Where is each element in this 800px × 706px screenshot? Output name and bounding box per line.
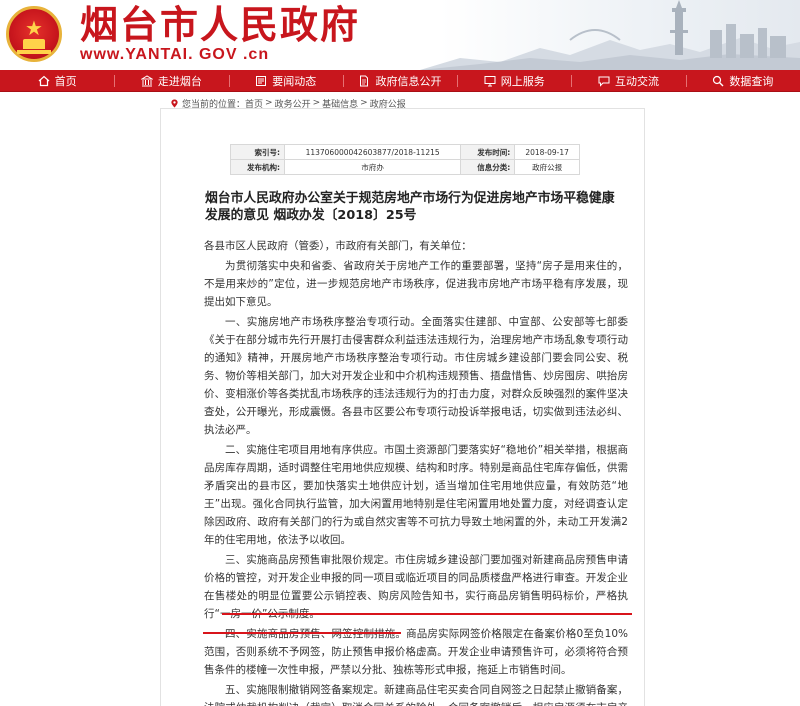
nav-item-home[interactable]: 首页 xyxy=(0,70,114,91)
nav-item-news[interactable]: 要闻动态 xyxy=(228,70,343,91)
nav-item-label: 网上服务 xyxy=(500,74,545,88)
main-nav: 首页 走进烟台 要闻动态 政府信息公开 网上服务 互动交流 数据查询 xyxy=(0,70,800,92)
article-body: 各县市区人民政府（管委），市政府有关部门，有关单位： 为贯彻落实中央和省委、省政… xyxy=(204,237,628,706)
monitor-icon xyxy=(484,75,496,86)
nav-item-label: 互动交流 xyxy=(615,74,660,88)
breadcrumb-separator: > xyxy=(312,98,321,108)
site-title[interactable]: 烟台市人民政府 xyxy=(80,2,360,48)
nav-item-label: 数据查询 xyxy=(729,74,774,88)
document-meta-table: 索引号: 11370600004260387​7/2018-11215 发布时间… xyxy=(230,144,580,175)
article-paragraph: 二、实施住宅项目用地有序供应。市国土资源部门要落实好“稳地价”相关举措，根据商品… xyxy=(204,444,628,546)
meta-category-label: 信息分类: xyxy=(460,159,516,175)
home-icon xyxy=(38,75,50,86)
nav-item-about[interactable]: 走进烟台 xyxy=(114,70,228,91)
chat-icon xyxy=(598,76,610,87)
nav-item-label: 要闻动态 xyxy=(272,74,317,88)
nav-item-online-service[interactable]: 网上服务 xyxy=(457,70,571,91)
meta-date-value: 2018-09-17 xyxy=(514,144,580,160)
news-icon xyxy=(256,75,267,86)
nav-item-label: 走进烟台 xyxy=(157,74,202,88)
meta-index-label: 索引号: xyxy=(230,144,285,160)
search-data-icon xyxy=(713,75,724,86)
meta-org-value: 市府办 xyxy=(283,159,462,175)
meta-org-label: 发布机构: xyxy=(230,159,285,175)
breadcrumb-separator: > xyxy=(265,98,273,108)
article-salutation: 各县市区人民政府（管委），市政府有关部门，有关单位： xyxy=(204,240,472,252)
meta-index-value: 11370600004260387​7/2018-11215 xyxy=(283,144,462,160)
meta-date-label: 发布时间: xyxy=(460,144,516,160)
national-emblem-icon[interactable]: ★ xyxy=(6,6,62,62)
meta-category-value: 政府公报 xyxy=(514,159,580,175)
article-paragraph: 一、实施房地产市场秩序整治专项行动。全面落实住建部、中宣部、公安部等七部委《关于… xyxy=(204,316,628,436)
nav-item-interaction[interactable]: 互动交流 xyxy=(571,70,685,91)
article-title: 烟台市人民政府办公室关于规范房地产市场行为促进房地产市场平稳健康发展的意见 烟政… xyxy=(205,191,615,223)
nav-item-label: 首页 xyxy=(54,74,77,88)
nav-item-data-query[interactable]: 数据查询 xyxy=(685,70,800,91)
site-url: www.YANTAI. GOV .cn xyxy=(80,46,270,63)
article-paragraph: 五、实施限制撤销网签备案规定。新建商品住宅买卖合同自网签之日起禁止撤销备案，法院… xyxy=(204,684,628,706)
nav-item-label: 政府信息公开 xyxy=(375,74,442,88)
highlight-underline xyxy=(203,632,401,634)
document-icon xyxy=(360,75,369,86)
landmark-icon xyxy=(140,74,153,86)
highlight-underline xyxy=(222,613,632,615)
breadcrumb-separator: > xyxy=(360,98,368,108)
site-header: ★ 烟台市人民政府 www.YANTAI. GOV .cn xyxy=(0,0,800,70)
location-pin-icon xyxy=(171,98,178,108)
city-skyline-illustration xyxy=(420,0,800,70)
article-paragraph: 为贯彻落实中央和省委、省政府关于房地产工作的重要部署，坚持“房子是用来住的，不是… xyxy=(204,260,628,308)
nav-item-gov-info[interactable]: 政府信息公开 xyxy=(342,70,457,91)
